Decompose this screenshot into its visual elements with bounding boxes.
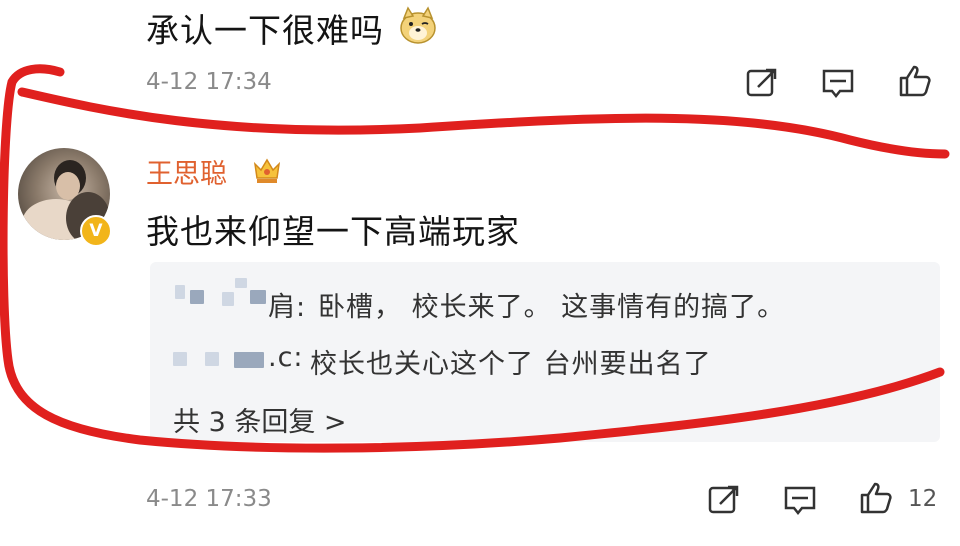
comment-2-text: 我也来仰望一下高端玩家 — [146, 212, 520, 251]
reply-text: 校长也关心这个了 台州要出名了 — [310, 349, 712, 380]
blurred-name — [175, 285, 185, 299]
blurred-name — [250, 290, 266, 304]
blurred-name — [234, 352, 264, 368]
doge-face-emoji — [398, 6, 438, 46]
comment-icon[interactable] — [820, 65, 856, 101]
comment-1-text: 承认一下很难吗 — [146, 11, 384, 50]
thumbs-up-icon[interactable] — [858, 480, 894, 516]
reply-author-suffix: 肩: — [268, 292, 307, 323]
blurred-name — [173, 352, 187, 366]
reply-author-suffix: .c: — [268, 342, 304, 373]
blurred-name — [235, 278, 247, 288]
verified-v-icon: V — [80, 215, 112, 247]
blurred-name — [190, 290, 204, 304]
more-replies-link[interactable]: 共 3 条回复 > — [173, 400, 347, 439]
thumbs-up-icon[interactable] — [897, 63, 933, 99]
comment-2-time: 4-12 17:33 — [146, 486, 272, 512]
username[interactable]: 王思聪 — [146, 152, 227, 191]
blurred-name — [205, 352, 219, 366]
crown-badge-icon[interactable] — [251, 154, 283, 186]
blurred-name — [222, 292, 234, 306]
comment-1-time: 4-12 17:34 — [146, 69, 272, 95]
like-count: 12 — [908, 486, 938, 512]
comment-icon[interactable] — [782, 482, 818, 518]
share-icon[interactable] — [744, 65, 780, 101]
share-icon[interactable] — [706, 482, 742, 518]
reply-text: 卧槽， 校长来了。 这事情有的搞了。 — [318, 292, 786, 323]
